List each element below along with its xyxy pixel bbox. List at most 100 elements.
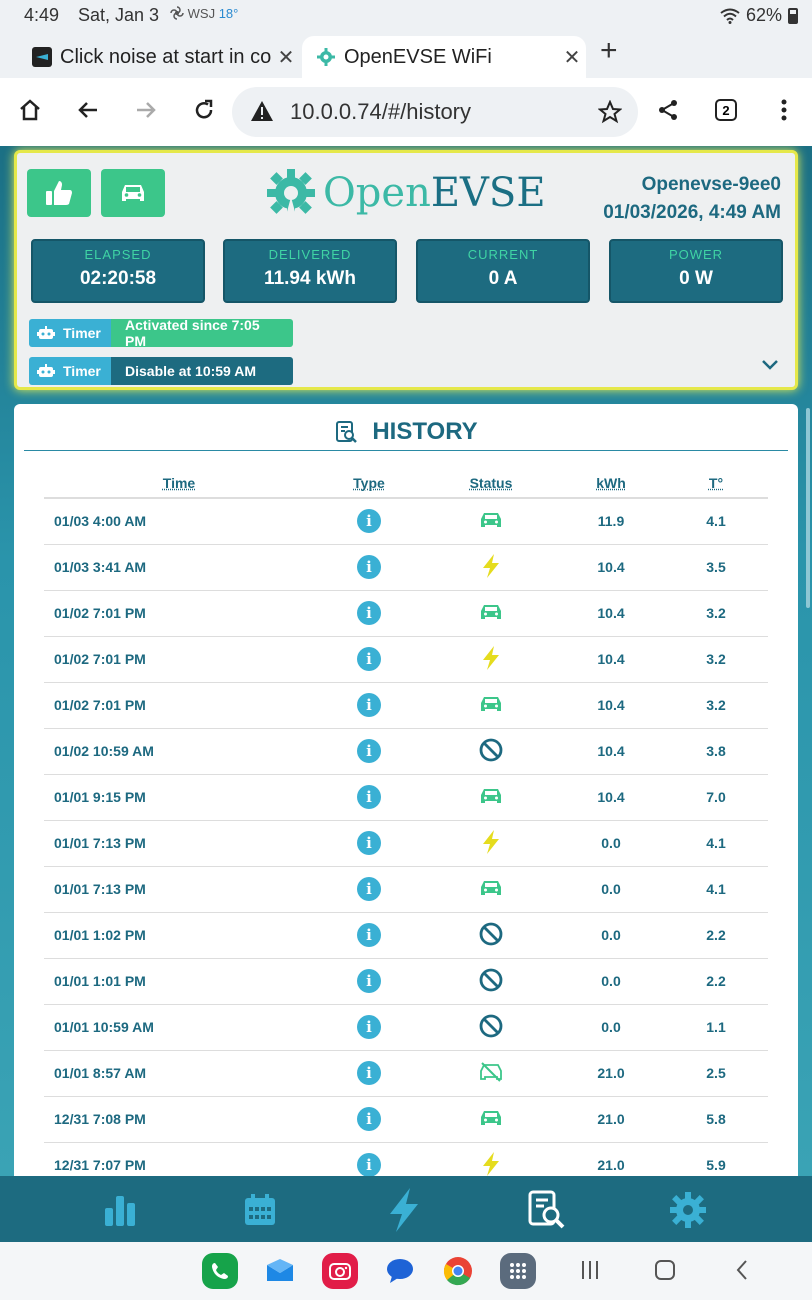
info-icon[interactable]: i [357, 831, 381, 855]
stat-label: DELIVERED [268, 247, 352, 262]
home-nav-icon[interactable] [654, 1258, 676, 1282]
thumbs-up-button[interactable] [27, 169, 91, 217]
row-temp: 4.1 [664, 820, 768, 867]
app-drawer-icon[interactable] [500, 1253, 536, 1289]
table-row: 01/01 1:01 PM i 0.0 2.2 [44, 958, 768, 1005]
phone-app-icon[interactable] [202, 1253, 238, 1289]
recents-icon[interactable] [580, 1258, 600, 1282]
bolt-icon [390, 1188, 418, 1232]
row-temp: 3.5 [664, 544, 768, 591]
url-field[interactable]: 10.0.0.74/#/history [232, 87, 638, 137]
info-icon[interactable]: i [357, 1153, 381, 1176]
info-icon[interactable]: i [357, 1015, 381, 1039]
row-time: 12/31 7:08 PM [44, 1096, 314, 1143]
status-weather: WSJ 18° [170, 6, 238, 21]
device-name: Openevse-9ee0 [641, 174, 781, 195]
row-temp: 5.9 [664, 1142, 768, 1176]
row-time: 01/01 7:13 PM [44, 866, 314, 913]
info-icon[interactable]: i [357, 923, 381, 947]
row-kwh: 10.4 [558, 728, 664, 775]
row-time: 01/01 7:13 PM [44, 820, 314, 867]
tab-openevse[interactable]: OpenEVSE WiFi ✕ [302, 36, 586, 78]
openevse-favicon-icon [316, 47, 336, 67]
stat-label: ELAPSED [84, 247, 152, 262]
camera-app-icon[interactable] [322, 1253, 358, 1289]
row-status [424, 1096, 558, 1143]
status-header-card: OpenEVSE Openevse-9ee0 01/03/2026, 4:49 … [14, 150, 798, 390]
row-temp: 2.5 [664, 1050, 768, 1097]
table-row: 01/01 10:59 AM i 0.0 1.1 [44, 1004, 768, 1051]
bolt-icon [483, 553, 499, 578]
reload-icon[interactable] [186, 92, 222, 128]
row-kwh: 11.9 [558, 498, 664, 545]
column-header-temp[interactable]: T° [664, 468, 768, 499]
row-kwh: 0.0 [558, 958, 664, 1005]
timer-disable-pill[interactable]: Timer Disable at 10:59 AM [29, 357, 293, 385]
car-icon [481, 880, 501, 895]
nav-settings-button[interactable] [666, 1188, 710, 1232]
column-header-kwh[interactable]: kWh [558, 468, 664, 499]
forward-arrow-icon[interactable] [128, 92, 164, 128]
info-icon[interactable]: i [357, 785, 381, 809]
stat-power: POWER 0 W [609, 239, 783, 303]
chart-icon [105, 1196, 135, 1226]
not-secure-warning-icon[interactable] [250, 100, 274, 122]
info-icon[interactable]: i [357, 1107, 381, 1131]
row-time: 01/03 3:41 AM [44, 544, 314, 591]
home-icon[interactable] [12, 92, 48, 128]
menu-more-icon[interactable] [766, 92, 802, 128]
tab-switcher-button[interactable]: 2 [708, 92, 744, 128]
info-icon[interactable]: i [357, 555, 381, 579]
messages-app-icon[interactable] [382, 1253, 418, 1289]
row-temp: 3.2 [664, 636, 768, 683]
nav-history-button[interactable] [524, 1188, 568, 1232]
row-kwh: 10.4 [558, 544, 664, 591]
row-temp: 4.1 [664, 866, 768, 913]
nav-charge-button[interactable] [382, 1188, 426, 1232]
row-kwh: 21.0 [558, 1096, 664, 1143]
column-header-type[interactable]: Type [314, 468, 424, 499]
new-tab-button[interactable]: + [600, 34, 618, 68]
car-icon [481, 696, 501, 711]
timer-activated-pill[interactable]: Timer Activated since 7:05 PM [29, 319, 293, 347]
info-icon[interactable]: i [357, 739, 381, 763]
row-time: 01/01 1:01 PM [44, 958, 314, 1005]
info-icon[interactable]: i [357, 693, 381, 717]
nav-stats-button[interactable] [98, 1188, 142, 1232]
row-kwh: 10.4 [558, 774, 664, 821]
table-row: 01/02 7:01 PM i 10.4 3.2 [44, 636, 768, 683]
chevron-down-icon[interactable] [761, 359, 779, 371]
bookmark-star-icon[interactable] [598, 100, 622, 124]
column-header-time[interactable]: Time [44, 468, 314, 499]
close-icon[interactable]: ✕ [558, 45, 586, 70]
row-status [424, 958, 558, 1005]
page-scrollbar[interactable] [806, 408, 810, 608]
tab-strip: Click noise at start in co ✕ OpenEVSE Wi… [0, 30, 812, 78]
nav-schedule-button[interactable] [238, 1188, 282, 1232]
row-status [424, 866, 558, 913]
info-icon[interactable]: i [357, 1061, 381, 1085]
tab-click-noise[interactable]: Click noise at start in co ✕ [20, 36, 300, 78]
info-icon[interactable]: i [357, 877, 381, 901]
vehicle-button[interactable] [101, 169, 165, 217]
back-arrow-icon[interactable] [70, 92, 106, 128]
info-icon[interactable]: i [357, 969, 381, 993]
row-kwh: 0.0 [558, 866, 664, 913]
share-icon[interactable] [650, 92, 686, 128]
disabled-icon [479, 738, 503, 761]
history-panel: HISTORY Time Type Status kWh T° 01/03 4:… [14, 404, 798, 1176]
row-kwh: 0.0 [558, 912, 664, 959]
logo-wordmark: OpenEVSE [323, 170, 546, 216]
close-icon[interactable]: ✕ [272, 45, 300, 70]
info-icon[interactable]: i [357, 601, 381, 625]
table-row: 01/02 7:01 PM i 10.4 3.2 [44, 590, 768, 637]
table-row: 01/02 7:01 PM i 10.4 3.2 [44, 682, 768, 729]
back-nav-icon[interactable] [734, 1258, 750, 1282]
email-app-icon[interactable] [262, 1253, 298, 1289]
info-icon[interactable]: i [357, 647, 381, 671]
info-icon[interactable]: i [357, 509, 381, 534]
column-header-status[interactable]: Status [424, 468, 558, 499]
table-row: 01/01 9:15 PM i 10.4 7.0 [44, 774, 768, 821]
stat-value: 11.94 kWh [264, 268, 356, 289]
chrome-app-icon[interactable] [440, 1253, 476, 1289]
